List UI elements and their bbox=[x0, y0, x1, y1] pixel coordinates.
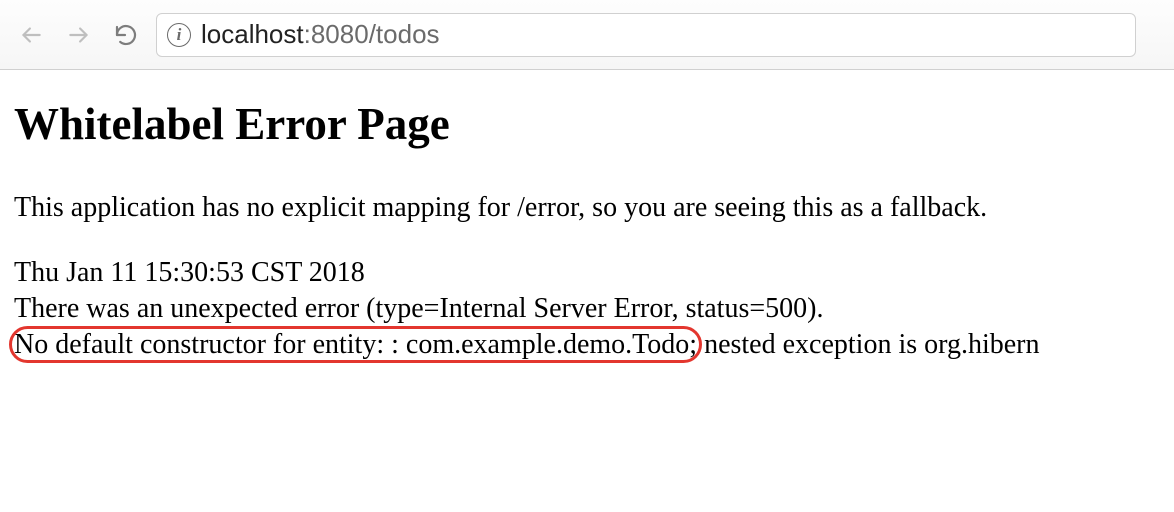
error-details: Thu Jan 11 15:30:53 CST 2018 There was a… bbox=[14, 255, 1160, 362]
browser-toolbar: i localhost:8080/todos bbox=[0, 0, 1174, 70]
address-bar[interactable]: i localhost:8080/todos bbox=[156, 13, 1136, 57]
reload-icon[interactable] bbox=[114, 23, 138, 47]
url-host: localhost bbox=[201, 19, 304, 49]
page-title: Whitelabel Error Page bbox=[14, 96, 1160, 154]
url-port: :8080 bbox=[304, 19, 369, 49]
error-timestamp: Thu Jan 11 15:30:53 CST 2018 bbox=[14, 255, 1160, 291]
error-summary: There was an unexpected error (type=Inte… bbox=[14, 291, 1160, 327]
site-info-icon[interactable]: i bbox=[167, 23, 191, 47]
error-exception-highlighted: No default constructor for entity: : com… bbox=[14, 329, 697, 360]
error-exception: No default constructor for entity: : com… bbox=[14, 327, 1160, 363]
error-exception-rest: nested exception is org.hibern bbox=[697, 329, 1039, 360]
back-icon[interactable] bbox=[18, 22, 44, 48]
url-path: /todos bbox=[369, 19, 440, 49]
nav-buttons bbox=[18, 22, 138, 48]
url-text: localhost:8080/todos bbox=[201, 19, 440, 50]
error-subtitle: This application has no explicit mapping… bbox=[14, 190, 1160, 226]
page-content: Whitelabel Error Page This application h… bbox=[0, 70, 1174, 377]
forward-icon[interactable] bbox=[66, 22, 92, 48]
